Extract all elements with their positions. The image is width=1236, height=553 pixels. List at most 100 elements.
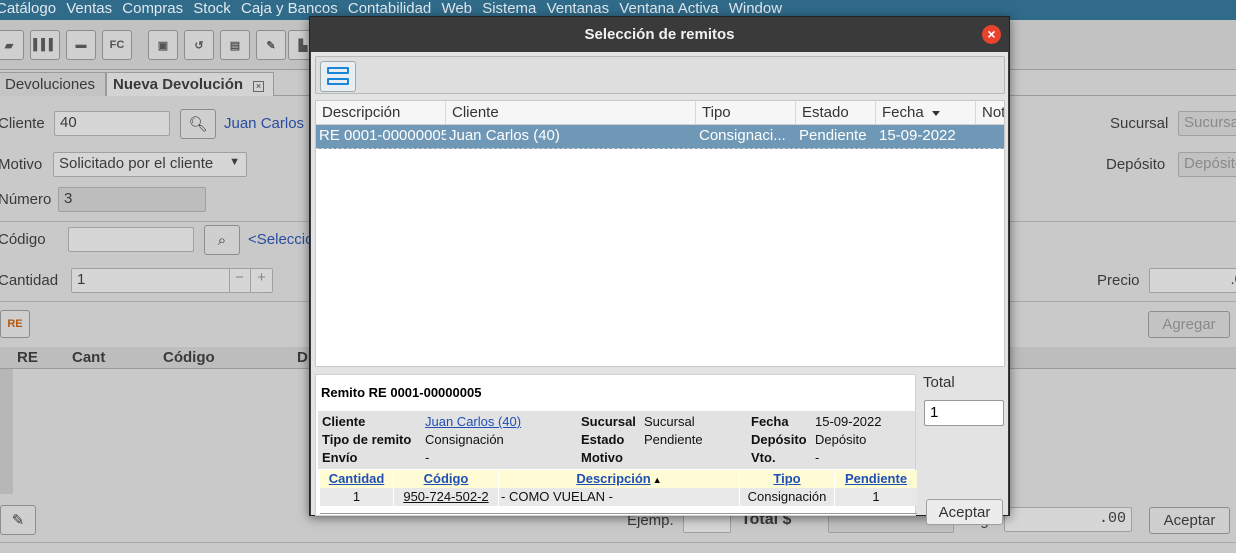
detail-estado-label: Estado bbox=[581, 432, 625, 447]
tab-close-icon[interactable]: × bbox=[253, 81, 265, 92]
numero-label: Número bbox=[0, 191, 52, 208]
select-product-link[interactable]: <Seleccio bbox=[248, 231, 313, 248]
column-tipo[interactable]: Tipo bbox=[696, 101, 796, 125]
remitos-dialog: Selección de remitos × Descripción Clien… bbox=[309, 16, 1010, 525]
column-estado[interactable]: Estado bbox=[796, 101, 876, 125]
remito-detail-panel: Remito RE 0001-00000005 Cliente Juan Car… bbox=[315, 374, 917, 516]
divider bbox=[0, 542, 1236, 543]
cliente-input[interactable]: 40 bbox=[54, 111, 170, 136]
search-icon: 🔍︎ bbox=[188, 116, 208, 133]
detail-motivo-label: Motivo bbox=[581, 450, 623, 465]
table-row: 1 950-724-502-2 - COMO VUELAN - Consigna… bbox=[320, 488, 917, 506]
remitos-table[interactable]: Descripción Cliente Tipo Estado Fecha No… bbox=[315, 100, 1005, 367]
precio-input[interactable]: .0 bbox=[1149, 268, 1236, 293]
column-re[interactable]: RE bbox=[17, 349, 38, 366]
close-icon[interactable]: × bbox=[982, 25, 1001, 44]
items-col-cantidad[interactable]: Cantidad bbox=[320, 471, 393, 486]
items-col-descripcion[interactable]: Descripción ▲ bbox=[499, 471, 739, 486]
detail-sucursal-label: Sucursal bbox=[581, 414, 636, 429]
dialog-total-input[interactable]: 1 bbox=[924, 400, 1004, 426]
precio-label: Precio bbox=[1097, 272, 1140, 289]
dialog-title: Selección de remitos bbox=[310, 17, 1009, 52]
increment-icon[interactable]: + bbox=[250, 269, 272, 292]
menu-window[interactable]: Window bbox=[729, 0, 782, 17]
codigo-input[interactable] bbox=[68, 227, 194, 252]
invoice-fc-icon[interactable]: FC bbox=[102, 30, 132, 60]
motivo-select[interactable]: Solicitado por el cliente ▼ bbox=[53, 152, 247, 177]
menu-web[interactable]: Web bbox=[441, 0, 472, 17]
pago-input[interactable]: .00 bbox=[1004, 507, 1132, 532]
items-col-codigo[interactable]: Código bbox=[394, 471, 498, 486]
detail-tipo-value: Consignación bbox=[425, 432, 504, 447]
row-descripcion: RE 0001-00000005 bbox=[319, 127, 446, 144]
column-cliente[interactable]: Cliente bbox=[446, 101, 696, 125]
re-button[interactable]: RE bbox=[0, 310, 30, 338]
wrench-icon[interactable]: ✎ bbox=[256, 30, 286, 60]
divider bbox=[320, 513, 917, 514]
list-view-button[interactable] bbox=[320, 61, 356, 92]
table-header: Descripción Cliente Tipo Estado Fecha No… bbox=[316, 101, 1004, 125]
detail-deposito-value: Depósito bbox=[815, 432, 867, 447]
table-row[interactable]: RE 0001-00000005 Juan Carlos (40) Consig… bbox=[316, 125, 1004, 149]
items-col-tipo[interactable]: Tipo bbox=[740, 471, 834, 486]
decrement-icon[interactable]: − bbox=[229, 269, 249, 292]
item-pendiente: 1 bbox=[872, 489, 880, 504]
menu-compras[interactable]: Compras bbox=[122, 0, 183, 17]
menu-ventanas[interactable]: Ventanas bbox=[547, 0, 610, 17]
motivo-label: Motivo bbox=[0, 156, 43, 173]
column-codigo[interactable]: Código bbox=[163, 349, 215, 366]
column-fecha[interactable]: Fecha bbox=[876, 101, 976, 125]
column-nota[interactable]: Nota bbox=[976, 101, 1004, 125]
items-col-pendiente[interactable]: Pendiente bbox=[835, 471, 917, 486]
row-estado: Pendiente bbox=[799, 127, 867, 144]
sucursal-label: Sucursal bbox=[1110, 115, 1169, 132]
chevron-down-icon: ▼ bbox=[229, 156, 240, 168]
detail-deposito-label: Depósito bbox=[751, 432, 807, 447]
items-header: Cantidad Código Descripción ▲ Tipo Pendie… bbox=[320, 470, 917, 488]
detail-info: Cliente Juan Carlos (40) Tipo de remito … bbox=[318, 411, 915, 469]
aceptar-button[interactable]: Aceptar bbox=[1149, 507, 1230, 534]
column-descripcion[interactable]: Descripción bbox=[316, 101, 446, 125]
detail-cliente-link[interactable]: Juan Carlos (40) bbox=[425, 414, 521, 429]
product-search-button[interactable]: ⌕ bbox=[204, 225, 240, 255]
item-codigo-link[interactable]: 950-724-502-2 bbox=[394, 489, 498, 504]
item-descripcion: - COMO VUELAN - bbox=[501, 489, 613, 504]
barcode-icon[interactable]: ▌▌▌ bbox=[30, 30, 60, 60]
item-cantidad: 1 bbox=[352, 489, 361, 504]
list-view-icon bbox=[327, 66, 349, 87]
menu-stock[interactable]: Stock bbox=[193, 0, 231, 17]
save-icon[interactable]: ▣ bbox=[148, 30, 178, 60]
dialog-body: Descripción Cliente Tipo Estado Fecha No… bbox=[311, 52, 1008, 525]
agregar-button[interactable]: Agregar bbox=[1148, 311, 1230, 338]
sort-desc-icon bbox=[931, 110, 940, 116]
search-client-button[interactable]: 🔍︎ bbox=[180, 109, 216, 139]
detail-tipo-label: Tipo de remito bbox=[322, 432, 412, 447]
truck-icon[interactable]: ▬ bbox=[66, 30, 96, 60]
menu-catalogo[interactable]: Catálogo bbox=[0, 0, 56, 17]
column-descripcion[interactable]: D bbox=[297, 349, 308, 366]
refresh-icon[interactable]: ↺ bbox=[184, 30, 214, 60]
menu-sistema[interactable]: Sistema bbox=[482, 0, 536, 17]
product-search-icon: ⌕ bbox=[217, 231, 227, 249]
book-icon[interactable]: ▰ bbox=[0, 30, 24, 60]
numero-field: 3 bbox=[58, 187, 206, 212]
detail-fecha-label: Fecha bbox=[751, 414, 789, 429]
cliente-name-link[interactable]: Juan Carlos bbox=[224, 115, 304, 132]
column-cant[interactable]: Cant bbox=[72, 349, 105, 366]
deposito-field[interactable]: Depósito bbox=[1178, 152, 1236, 177]
menu-caja-bancos[interactable]: Caja y Bancos bbox=[241, 0, 338, 17]
tab-nueva-devolucion[interactable]: Nueva Devolución × bbox=[106, 72, 274, 96]
detail-fecha-value: 15-09-2022 bbox=[815, 414, 882, 429]
menu-ventana-activa[interactable]: Ventana Activa bbox=[619, 0, 718, 17]
menu-contabilidad[interactable]: Contabilidad bbox=[348, 0, 431, 17]
tab-devoluciones[interactable]: Devoluciones bbox=[0, 72, 106, 96]
row-fecha: 15-09-2022 bbox=[879, 127, 956, 144]
cantidad-stepper[interactable]: 1− + bbox=[71, 268, 273, 293]
dialog-accept-button[interactable]: Aceptar bbox=[926, 499, 1003, 525]
menu-ventas[interactable]: Ventas bbox=[66, 0, 112, 17]
notes-button[interactable]: ✎ bbox=[0, 505, 36, 535]
row-cliente: Juan Carlos (40) bbox=[449, 127, 560, 144]
document-icon[interactable]: ▤ bbox=[220, 30, 250, 60]
sucursal-field[interactable]: Sucursal bbox=[1178, 111, 1236, 136]
cliente-label: Cliente bbox=[0, 115, 45, 132]
